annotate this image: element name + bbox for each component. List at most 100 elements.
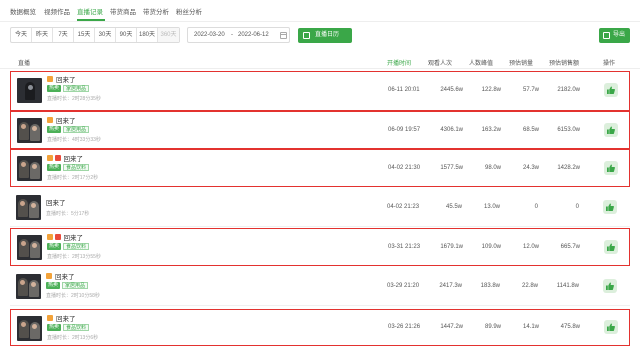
live-title: 回来了 bbox=[56, 316, 76, 323]
tab-video-works[interactable]: 视频作品 bbox=[44, 6, 70, 16]
tab-data-overview[interactable]: 数据概览 bbox=[10, 6, 36, 16]
live-tags: 热卖 食品饮料 bbox=[47, 324, 90, 331]
sales-volume: 57.7w bbox=[522, 87, 539, 93]
peak-viewers: 109.0w bbox=[481, 244, 501, 250]
chip-yesterday[interactable]: 昨天 bbox=[32, 28, 53, 42]
chip-180d[interactable]: 180天 bbox=[137, 28, 158, 42]
live-title: 回来了 bbox=[46, 200, 66, 207]
live-cover-thumbnail bbox=[16, 195, 41, 220]
live-title-line: 回来了 bbox=[47, 116, 76, 125]
category-tag: 家居用品 bbox=[63, 85, 90, 92]
table-header: 直播 开播时间 观看人次 人数峰值 预估销量 预估销售额 操作 bbox=[0, 55, 640, 69]
start-time: 03-29 21:20 bbox=[387, 283, 420, 289]
thumb-up-icon bbox=[607, 86, 615, 94]
tab-products[interactable]: 带货商品 bbox=[110, 6, 136, 16]
thumb-up-icon bbox=[607, 164, 615, 172]
sales-amount: 0 bbox=[575, 204, 579, 210]
start-time: 06-11 20:01 bbox=[388, 87, 420, 93]
chip-today[interactable]: 今天 bbox=[11, 28, 32, 42]
viewers: 1447.2w bbox=[440, 324, 463, 330]
live-cover-thumbnail bbox=[17, 156, 42, 181]
live-title-line: 回来了 bbox=[46, 198, 66, 207]
live-duration: 直播时长：2时13分6秒 bbox=[47, 335, 99, 341]
viewers: 45.5w bbox=[445, 204, 462, 210]
live-title: 回来了 bbox=[56, 118, 76, 125]
table-row[interactable]: 回来了 热卖 家居用品 直播时长：2时28分35秒 06-11 20:01 24… bbox=[10, 71, 630, 111]
export-button[interactable]: 导出 bbox=[599, 28, 630, 43]
live-tags: 热卖 食品饮料 bbox=[47, 164, 90, 171]
viewers: 4306.1w bbox=[440, 127, 463, 133]
anchor-badge-icon bbox=[47, 155, 53, 161]
hot-tag: 热卖 bbox=[46, 282, 61, 289]
table-row[interactable]: 回来了 热卖 家居用品 直播时长：4时33分33秒 06-09 19:57 43… bbox=[10, 111, 630, 149]
action-button[interactable] bbox=[604, 83, 618, 97]
date-end: 2022-06-12 bbox=[238, 32, 269, 38]
start-time: 03-31 21:23 bbox=[388, 244, 421, 250]
peak-viewers: 183.8w bbox=[480, 283, 500, 289]
live-tags: 热卖 家居用品 bbox=[47, 126, 90, 133]
chip-90d[interactable]: 90天 bbox=[116, 28, 137, 42]
date-range-picker[interactable]: 2022-03-20 - 2022-06-12 bbox=[187, 27, 290, 43]
action-button[interactable] bbox=[604, 240, 618, 254]
sales-volume: 14.1w bbox=[522, 324, 539, 330]
table-row[interactable]: 回来了 热卖 家居用品 直播时长：2时10分58秒 03-29 21:20 24… bbox=[10, 268, 630, 306]
live-cover-thumbnail bbox=[16, 274, 41, 299]
hot-tag: 热卖 bbox=[47, 85, 62, 92]
live-badge-icon bbox=[54, 234, 61, 240]
action-button[interactable] bbox=[604, 320, 618, 334]
sales-amount: 475.8w bbox=[560, 324, 580, 330]
table-row[interactable]: 回来了 热卖 食品饮料 直播时长：2时13分55秒 03-31 21:23 16… bbox=[10, 228, 630, 266]
tab-sales-analysis[interactable]: 带货分析 bbox=[143, 6, 169, 16]
anchor-badge-icon bbox=[47, 117, 53, 123]
live-duration: 直播时长：5分17秒 bbox=[46, 211, 90, 217]
live-title: 回来了 bbox=[55, 274, 75, 281]
col-live: 直播 bbox=[18, 61, 31, 67]
start-time: 03-26 21:26 bbox=[388, 324, 421, 330]
hot-tag: 热卖 bbox=[47, 164, 62, 171]
hot-tag: 热卖 bbox=[47, 126, 62, 133]
category-tag: 食品饮料 bbox=[63, 324, 90, 331]
live-title-line: 回来了 bbox=[47, 233, 83, 242]
action-button[interactable] bbox=[603, 279, 617, 293]
peak-viewers: 98.0w bbox=[484, 165, 501, 171]
start-time: 06-09 19:57 bbox=[388, 127, 421, 133]
sales-volume: 68.5w bbox=[522, 127, 539, 133]
sales-volume: 12.0w bbox=[522, 244, 539, 250]
peak-viewers: 122.8w bbox=[481, 87, 501, 93]
live-title: 回来了 bbox=[63, 156, 84, 163]
live-cover-thumbnail bbox=[17, 235, 42, 260]
tab-live-records[interactable]: 直播记录 bbox=[77, 6, 103, 16]
anchor-badge-icon bbox=[46, 273, 52, 279]
viewers: 1577.5w bbox=[440, 165, 463, 171]
viewers: 2417.3w bbox=[439, 283, 462, 289]
peak-viewers: 13.0w bbox=[483, 204, 500, 210]
live-calendar-button[interactable]: 直播日历 bbox=[298, 28, 352, 43]
action-button[interactable] bbox=[604, 161, 618, 175]
category-tag: 食品饮料 bbox=[63, 164, 90, 171]
anchor-badge-icon bbox=[47, 76, 53, 82]
chip-7d[interactable]: 7天 bbox=[53, 28, 74, 42]
date-start: 2022-03-20 bbox=[194, 32, 225, 38]
col-start-time[interactable]: 开播时间 bbox=[387, 58, 411, 67]
col-sales-volume[interactable]: 预估销量 bbox=[509, 58, 533, 67]
calendar-icon bbox=[303, 32, 310, 39]
table-row[interactable]: 回来了 热卖 食品饮料 直播时长：2时17分2秒 04-02 21:30 157… bbox=[10, 149, 630, 187]
category-tag: 家居用品 bbox=[63, 126, 90, 133]
category-tag: 食品饮料 bbox=[63, 243, 90, 250]
col-peak[interactable]: 人数峰值 bbox=[469, 58, 493, 67]
col-sales-amount[interactable]: 预估销售额 bbox=[549, 58, 579, 67]
tab-fans-analysis[interactable]: 粉丝分析 bbox=[176, 6, 202, 16]
thumb-up-icon bbox=[606, 203, 614, 211]
table-row[interactable]: 回来了 直播时长：5分17秒 04-02 21:23 45.5w 13.0w 0… bbox=[10, 189, 630, 227]
col-viewers[interactable]: 观看人次 bbox=[428, 58, 452, 67]
live-title: 回来了 bbox=[56, 77, 76, 84]
action-button[interactable] bbox=[603, 200, 617, 214]
chip-30d[interactable]: 30天 bbox=[95, 28, 116, 42]
table-row[interactable]: 回来了 热卖 食品饮料 直播时长：2时13分6秒 03-26 21:26 144… bbox=[10, 309, 630, 346]
action-button[interactable] bbox=[604, 123, 618, 137]
viewers: 2445.6w bbox=[440, 87, 463, 93]
live-title-line: 回来了 bbox=[47, 75, 76, 84]
thumb-up-icon bbox=[607, 323, 615, 331]
sales-volume: 0 bbox=[534, 204, 538, 210]
chip-15d[interactable]: 15天 bbox=[74, 28, 95, 42]
